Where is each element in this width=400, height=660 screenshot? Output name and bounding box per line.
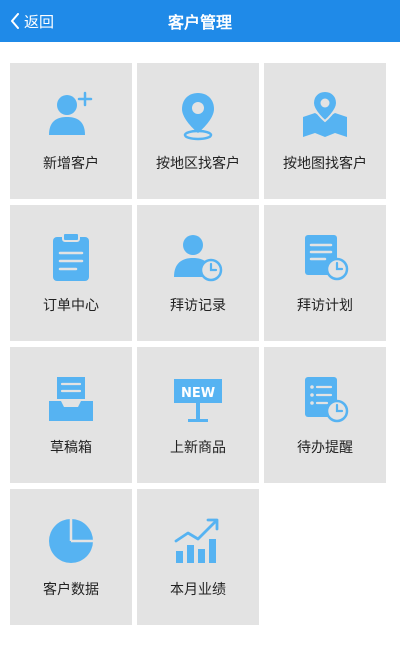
svg-text:NEW: NEW bbox=[181, 386, 215, 401]
tile-label: 上新商品 bbox=[170, 440, 226, 456]
document-clock-icon bbox=[299, 231, 351, 283]
tile-label: 按地区找客户 bbox=[156, 156, 240, 172]
clipboard-icon bbox=[45, 231, 97, 283]
tile-drafts[interactable]: 草稿箱 bbox=[10, 347, 132, 483]
add-user-icon bbox=[45, 89, 97, 141]
tile-find-by-region[interactable]: 按地区找客户 bbox=[137, 63, 259, 199]
top-bar: 返回 客户管理 bbox=[0, 0, 400, 42]
tile-add-customer[interactable]: 新增客户 bbox=[10, 63, 132, 199]
pie-chart-icon bbox=[45, 515, 97, 567]
tile-customer-data[interactable]: 客户数据 bbox=[10, 489, 132, 625]
tile-label: 新增客户 bbox=[43, 156, 99, 172]
tile-label: 按地图找客户 bbox=[283, 156, 367, 172]
list-clock-icon bbox=[299, 373, 351, 425]
map-pin-icon bbox=[299, 89, 351, 141]
tile-label: 客户数据 bbox=[43, 582, 99, 598]
tile-label: 拜访计划 bbox=[297, 298, 353, 314]
tile-label: 拜访记录 bbox=[170, 298, 226, 314]
tile-label: 草稿箱 bbox=[50, 440, 92, 456]
tile-label: 待办提醒 bbox=[297, 440, 353, 456]
tile-monthly-performance[interactable]: 本月业绩 bbox=[137, 489, 259, 625]
tray-icon bbox=[45, 373, 97, 425]
tile-visit-records[interactable]: 拜访记录 bbox=[137, 205, 259, 341]
new-sign-icon: NEW bbox=[172, 373, 224, 425]
menu-grid: 新增客户 按地区找客户 按地图找客户 订单中心 拜访记录 拜访计划 草稿箱 NE… bbox=[10, 63, 390, 625]
bar-chart-trend-icon bbox=[172, 515, 224, 567]
tile-order-center[interactable]: 订单中心 bbox=[10, 205, 132, 341]
tile-label: 订单中心 bbox=[43, 298, 99, 314]
tile-new-products[interactable]: NEW 上新商品 bbox=[137, 347, 259, 483]
tile-label: 本月业绩 bbox=[170, 582, 226, 598]
user-clock-icon bbox=[172, 231, 224, 283]
tile-visit-plan[interactable]: 拜访计划 bbox=[264, 205, 386, 341]
page-title: 客户管理 bbox=[167, 13, 232, 32]
location-pin-icon bbox=[172, 89, 224, 141]
tile-find-by-map[interactable]: 按地图找客户 bbox=[264, 63, 386, 199]
tile-todo-reminder[interactable]: 待办提醒 bbox=[264, 347, 386, 483]
